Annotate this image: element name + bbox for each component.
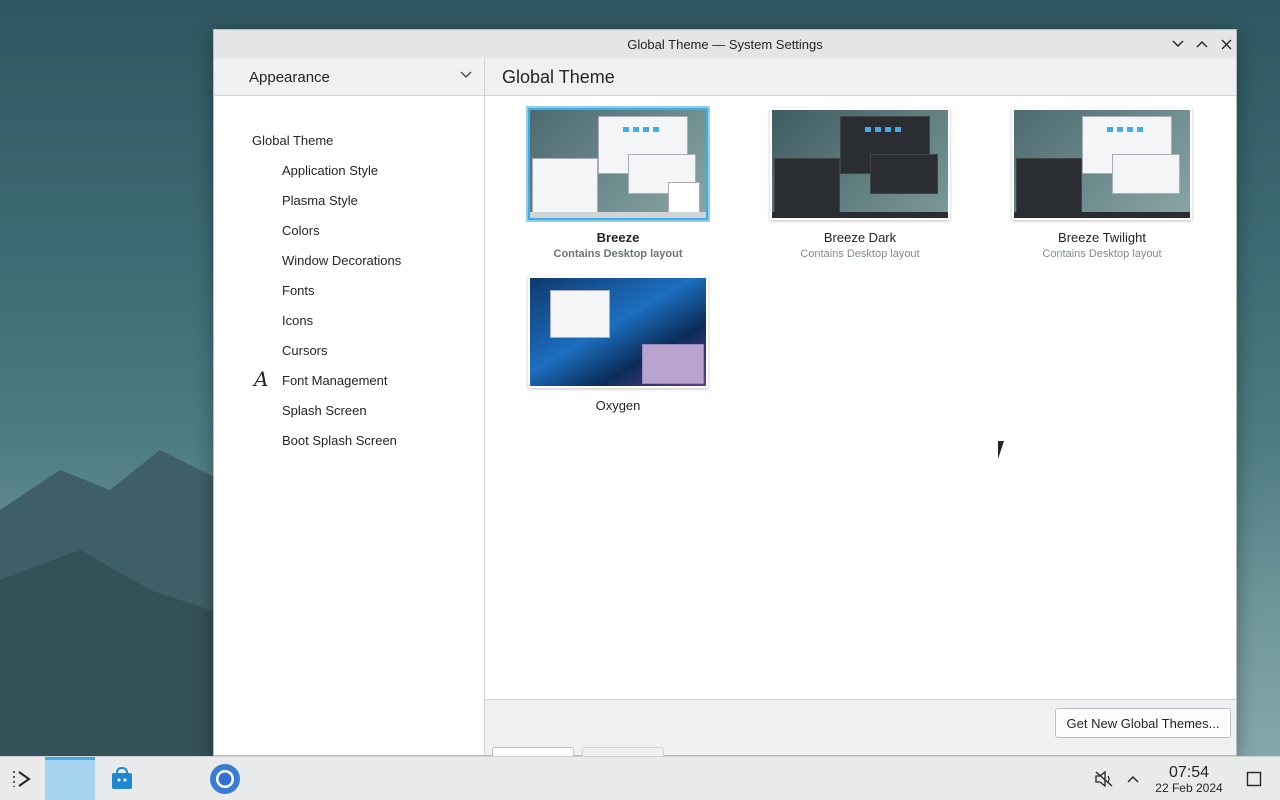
theme-card-breeze-dark[interactable]: Breeze Dark Contains Desktop layout bbox=[770, 108, 950, 260]
theme-card-breeze[interactable]: Breeze Contains Desktop layout bbox=[528, 108, 708, 260]
sidebar-item-cursors[interactable]: Cursors bbox=[282, 343, 328, 358]
sidebar-category-label: Appearance bbox=[249, 69, 330, 86]
theme-subtitle: Contains Desktop layout bbox=[1042, 248, 1162, 260]
pager-desktop-1[interactable] bbox=[45, 757, 95, 800]
minimize-icon[interactable] bbox=[1168, 34, 1188, 54]
theme-preview-breeze-twilight bbox=[1012, 108, 1192, 220]
close-icon[interactable] bbox=[1216, 34, 1236, 54]
maximize-icon[interactable] bbox=[1192, 34, 1212, 54]
clock-time[interactable]: 07:54 bbox=[1150, 764, 1228, 782]
theme-preview-oxygen bbox=[528, 276, 708, 388]
window-title: Global Theme — System Settings bbox=[627, 37, 823, 52]
sidebar-item-splash-screen[interactable]: Splash Screen bbox=[282, 403, 367, 418]
theme-preview-breeze-dark bbox=[770, 108, 950, 220]
sidebar-item-window-decorations[interactable]: Window Decorations bbox=[282, 253, 401, 268]
system-settings-window: Global Theme — System Settings Appearanc… bbox=[213, 29, 1237, 777]
theme-card-breeze-twilight[interactable]: Breeze Twilight Contains Desktop layout bbox=[1012, 108, 1192, 260]
sidebar-item-application-style[interactable]: Application Style bbox=[282, 163, 378, 178]
sidebar-item-font-management[interactable]: Font Management bbox=[282, 373, 388, 388]
window-titlebar[interactable]: Global Theme — System Settings bbox=[214, 30, 1236, 59]
application-launcher-icon[interactable] bbox=[0, 757, 44, 800]
sidebar: Appearance Global Theme Application Styl… bbox=[214, 58, 485, 755]
show-desktop-icon[interactable] bbox=[1242, 757, 1266, 800]
sidebar-item-icons[interactable]: Icons bbox=[282, 313, 313, 328]
sidebar-item-plasma-style[interactable]: Plasma Style bbox=[282, 193, 358, 208]
font-icon: A bbox=[254, 367, 269, 391]
page-title: Global Theme bbox=[502, 67, 615, 87]
theme-preview-breeze bbox=[528, 108, 708, 220]
sidebar-item-boot-splash-screen[interactable]: Boot Splash Screen bbox=[282, 433, 397, 448]
clock-date[interactable]: 22 Feb 2024 bbox=[1150, 781, 1228, 795]
sidebar-item-fonts[interactable]: Fonts bbox=[282, 283, 315, 298]
theme-name: Breeze Twilight bbox=[1058, 230, 1146, 245]
main-header: Global Theme bbox=[485, 58, 1236, 96]
theme-name: Breeze bbox=[596, 230, 640, 245]
volume-muted-icon[interactable] bbox=[1092, 757, 1116, 800]
sidebar-item-colors[interactable]: Colors bbox=[282, 223, 320, 238]
theme-grid: Breeze Contains Desktop layout Breeze Da… bbox=[485, 96, 1236, 700]
taskbar: 07:54 22 Feb 2024 bbox=[0, 756, 1280, 800]
chevron-up-icon[interactable] bbox=[1122, 757, 1144, 800]
chevron-down-icon[interactable] bbox=[460, 68, 472, 82]
discover-icon[interactable] bbox=[100, 757, 144, 800]
theme-subtitle: Contains Desktop layout bbox=[800, 248, 920, 260]
theme-name: Oxygen bbox=[595, 398, 641, 413]
get-new-global-themes-button[interactable]: Get New Global Themes... bbox=[1055, 708, 1231, 738]
theme-subtitle: Contains Desktop layout bbox=[553, 248, 683, 260]
main-panel: Global Theme Breeze Contains Desktop lay… bbox=[485, 58, 1236, 777]
mouse-cursor-icon bbox=[998, 441, 1010, 459]
sidebar-item-global-theme[interactable]: Global Theme bbox=[252, 133, 333, 148]
sidebar-category-header[interactable]: Appearance bbox=[214, 58, 484, 96]
theme-name: Breeze Dark bbox=[823, 230, 897, 245]
theme-card-oxygen[interactable]: Oxygen bbox=[528, 276, 708, 413]
chromium-browser-icon[interactable] bbox=[203, 757, 247, 800]
